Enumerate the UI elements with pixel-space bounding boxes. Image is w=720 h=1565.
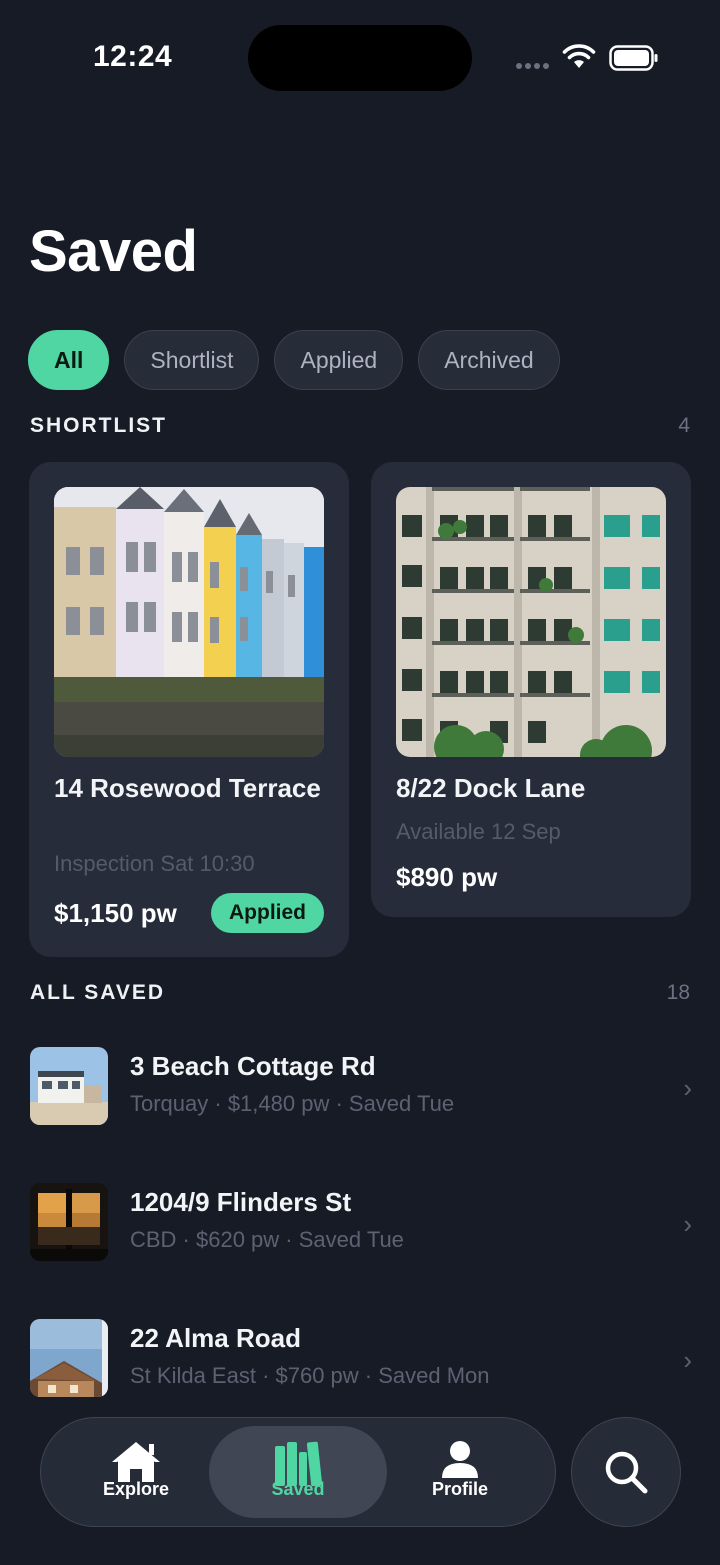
books-icon	[275, 1441, 323, 1487]
property-thumbnail	[30, 1047, 108, 1125]
shortlist-count: 4	[678, 414, 690, 437]
tab-saved[interactable]: Saved	[209, 1426, 387, 1518]
property-card-dock-lane[interactable]: 8/22 Dock Lane Available 12 Sep $890 pw	[371, 462, 691, 917]
house-icon	[112, 1442, 160, 1482]
list-item-title: 1204/9 Flinders St	[130, 1187, 352, 1217]
shortlist-header: SHORTLIST 4	[30, 414, 690, 438]
all-saved-heading: ALL SAVED	[30, 981, 166, 1004]
list-item-subtitle: Torquay · $1,480 pw · Saved Tue	[130, 1091, 455, 1116]
list-item-title: 3 Beach Cottage Rd	[130, 1051, 376, 1081]
card-price: $1,150 pw	[54, 898, 177, 928]
list-item[interactable]: 22 Alma Road St Kilda East · $760 pw · S…	[30, 1319, 692, 1399]
filter-all[interactable]: All	[28, 330, 110, 390]
list-item-title: 22 Alma Road	[130, 1323, 301, 1353]
tab-bar: Explore Saved Profile	[40, 1417, 556, 1527]
property-thumbnail	[30, 1183, 108, 1261]
tab-explore[interactable]: Explore	[47, 1426, 225, 1518]
search-icon	[605, 1451, 648, 1494]
filter-shortlist[interactable]: Shortlist	[124, 330, 260, 390]
battery-icon	[609, 45, 658, 71]
property-thumbnail	[30, 1319, 108, 1397]
status-badge: Applied	[211, 893, 324, 933]
wifi-icon	[562, 44, 596, 68]
card-subtitle: Available 12 Sep	[396, 819, 561, 844]
chevron-right-icon: ›	[683, 1073, 692, 1103]
property-card-rosewood[interactable]: 14 Rosewood Terrace Inspection Sat 10:30…	[29, 462, 349, 957]
chevron-right-icon: ›	[683, 1345, 692, 1375]
cellular-signal-icon	[516, 63, 549, 69]
list-item-subtitle: St Kilda East · $760 pw · Saved Mon	[130, 1363, 490, 1388]
list-item[interactable]: 1204/9 Flinders St CBD · $620 pw · Saved…	[30, 1183, 692, 1263]
card-title: 14 Rosewood Terrace	[54, 773, 321, 803]
filter-archived[interactable]: Archived	[418, 330, 560, 390]
card-title: 8/22 Dock Lane	[396, 773, 586, 803]
property-photo	[396, 487, 666, 757]
chevron-right-icon: ›	[683, 1209, 692, 1239]
status-time: 12:24	[93, 40, 173, 73]
person-icon	[442, 1441, 478, 1478]
list-item[interactable]: 3 Beach Cottage Rd Torquay · $1,480 pw ·…	[30, 1047, 692, 1127]
all-saved-count: 18	[666, 981, 690, 1004]
filter-chips: All Shortlist Applied Archived	[28, 330, 560, 390]
dynamic-island	[248, 25, 472, 91]
page-title: Saved	[29, 219, 198, 284]
tab-profile[interactable]: Profile	[371, 1426, 549, 1518]
card-subtitle: Inspection Sat 10:30	[54, 851, 255, 876]
card-price: $890 pw	[396, 862, 498, 892]
tab-label: Profile	[431, 1479, 488, 1499]
shortlist-heading: SHORTLIST	[30, 414, 167, 437]
all-saved-header: ALL SAVED 18	[30, 981, 690, 1005]
filter-applied[interactable]: Applied	[274, 330, 404, 390]
list-item-subtitle: CBD · $620 pw · Saved Tue	[130, 1227, 404, 1252]
property-photo	[54, 487, 324, 757]
search-button[interactable]	[571, 1417, 681, 1527]
